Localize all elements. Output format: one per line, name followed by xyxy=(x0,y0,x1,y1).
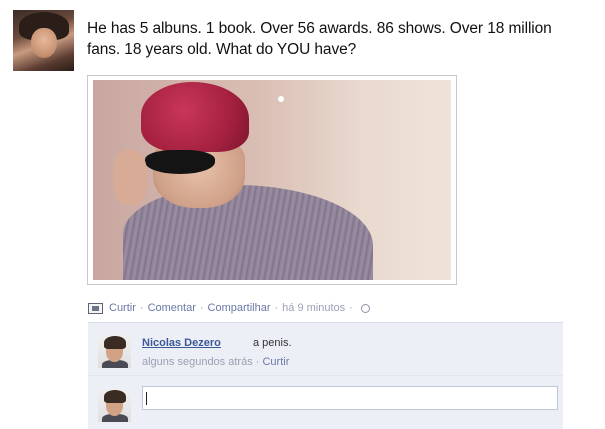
post-actions-bar: Curtir · Comentar · Compartilhar · há 9 … xyxy=(88,302,370,314)
photo-light-dot xyxy=(278,96,284,102)
globe-icon[interactable] xyxy=(360,303,370,313)
separator: · xyxy=(349,302,353,314)
comment-meta: alguns segundos atrás · Curtir xyxy=(142,356,289,368)
photo-hand xyxy=(113,150,147,205)
avatar-face xyxy=(31,28,57,58)
like-link[interactable]: Curtir xyxy=(109,302,136,314)
share-link[interactable]: Compartilhar xyxy=(208,302,271,314)
separator: · xyxy=(255,356,260,368)
post-timestamp[interactable]: há 9 minutos xyxy=(282,302,345,314)
commenter-avatar[interactable] xyxy=(98,335,131,368)
separator: · xyxy=(139,302,144,314)
comment-text: a penis. xyxy=(253,337,292,349)
current-user-avatar xyxy=(98,389,131,422)
comment-like-link[interactable]: Curtir xyxy=(262,356,289,368)
comments-section: Nicolas Dezero a penis. alguns segundos … xyxy=(88,322,563,429)
post-type-icon xyxy=(88,302,103,314)
avatar-hair xyxy=(104,336,126,349)
poster-avatar[interactable] xyxy=(13,10,74,71)
separator: · xyxy=(274,302,279,314)
photo-beanie xyxy=(141,82,249,152)
text-cursor xyxy=(146,392,147,405)
separator: · xyxy=(199,302,204,314)
comment-item: Nicolas Dezero a penis. alguns segundos … xyxy=(88,323,563,376)
comment-author[interactable]: Nicolas Dezero xyxy=(142,337,221,349)
post-photo[interactable] xyxy=(93,80,451,280)
comment-link[interactable]: Comentar xyxy=(148,302,196,314)
photo-sunglasses xyxy=(145,150,215,174)
post-text: He has 5 albuns. 1 book. Over 56 awards.… xyxy=(87,20,552,58)
reply-input[interactable] xyxy=(142,386,558,410)
comment-timestamp[interactable]: alguns segundos atrás xyxy=(142,356,253,368)
post-photo-frame[interactable] xyxy=(87,75,457,285)
avatar-hair xyxy=(104,390,126,403)
photo-sweater xyxy=(123,185,373,280)
